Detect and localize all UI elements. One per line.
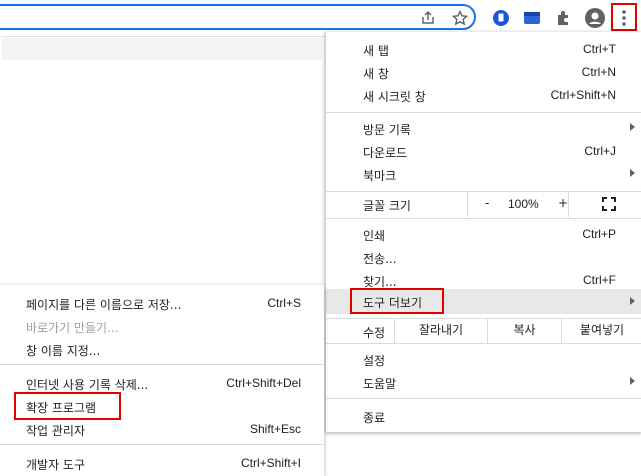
- submenu-item-clear-data[interactable]: 인터넷 사용 기록 삭제... Ctrl+Shift+Del: [0, 371, 324, 394]
- more-tools-submenu: 페이지를 다른 이름으로 저장... Ctrl+S 바로가기 만들기... 창 …: [0, 285, 324, 476]
- address-bar[interactable]: [0, 4, 476, 30]
- submenu-item-label: 창 이름 지정...: [26, 344, 101, 358]
- menu-item-shortcut: Ctrl+T: [583, 42, 616, 56]
- submenu-item-label: 바로가기 만들기...: [26, 321, 119, 335]
- menu-item-label: 인쇄: [363, 229, 386, 243]
- menu-item-label: 새 탭: [363, 44, 389, 58]
- account-avatar-icon[interactable]: [584, 7, 606, 29]
- menu-item-bookmarks[interactable]: 북마크: [326, 163, 641, 186]
- menu-item-cast[interactable]: 전송...: [326, 246, 641, 269]
- menu-divider: [326, 398, 641, 399]
- submenu-item-shortcut: Ctrl+S: [267, 296, 301, 310]
- menu-item-label: 새 시크릿 창: [363, 90, 426, 104]
- zoom-out-button[interactable]: -: [485, 196, 489, 210]
- cut-button[interactable]: 잘라내기: [394, 318, 487, 343]
- fullscreen-icon[interactable]: [602, 197, 616, 211]
- menu-item-shortcut: Ctrl+J: [584, 144, 616, 158]
- menu-divider: [326, 112, 641, 113]
- page-content-bar: [2, 38, 322, 60]
- submenu-item-label: 인터넷 사용 기록 삭제...: [26, 378, 149, 392]
- menu-item-shortcut: Ctrl+Shift+N: [550, 88, 616, 102]
- puzzle-icon[interactable]: [552, 7, 574, 29]
- submenu-arrow-icon: [630, 123, 635, 131]
- paste-button[interactable]: 붙여넣기: [561, 318, 641, 343]
- menu-edit-row: 수정 잘라내기 복사 붙여넣기: [326, 318, 641, 343]
- menu-item-shortcut: Ctrl+F: [583, 273, 616, 287]
- zoom-level-value: 100%: [508, 197, 539, 211]
- kebab-highlight-box: [611, 3, 637, 31]
- menu-item-downloads[interactable]: 다운로드 Ctrl+J: [326, 140, 641, 163]
- menu-item-history[interactable]: 방문 기록: [326, 117, 641, 140]
- menu-item-help[interactable]: 도움말: [326, 371, 641, 394]
- menu-item-shortcut: Ctrl+P: [582, 227, 616, 241]
- share-icon[interactable]: [417, 7, 439, 29]
- submenu-item-name-window[interactable]: 창 이름 지정...: [0, 337, 324, 360]
- menu-item-incognito[interactable]: 새 시크릿 창 Ctrl+Shift+N: [326, 84, 641, 107]
- chrome-main-menu: 새 탭 Ctrl+T 새 창 Ctrl+N 새 시크릿 창 Ctrl+Shift…: [325, 32, 641, 432]
- menu-item-label: 북마크: [363, 169, 397, 183]
- submenu-item-shortcut: Ctrl+Shift+I: [240, 456, 301, 470]
- submenu-arrow-icon: [630, 377, 635, 385]
- zoom-in-button[interactable]: +: [558, 196, 568, 210]
- bookmark-star-icon[interactable]: [449, 7, 471, 29]
- submenu-item-label: 개발자 도구: [26, 458, 86, 472]
- menu-item-label: 방문 기록: [363, 123, 411, 137]
- menu-item-label: 도움말: [363, 377, 397, 391]
- submenu-item-task-manager[interactable]: 작업 관리자 Shift+Esc: [0, 417, 324, 440]
- extension-blue-icon[interactable]: [490, 7, 512, 29]
- menu-item-label: 다운로드: [363, 146, 408, 160]
- menu-item-settings[interactable]: 설정: [326, 348, 641, 371]
- more-tools-highlight-box: [350, 288, 444, 314]
- submenu-arrow-icon: [630, 297, 635, 305]
- edit-label: 수정: [363, 326, 386, 340]
- submenu-item-shortcut: Shift+Esc: [249, 422, 301, 436]
- copy-button[interactable]: 복사: [487, 318, 561, 343]
- zoom-label: 글꼴 크기: [363, 199, 411, 213]
- submenu-item-label: 페이지를 다른 이름으로 저장...: [26, 298, 182, 312]
- menu-item-label: 종료: [363, 411, 386, 425]
- submenu-item-dev-tools[interactable]: 개발자 도구 Ctrl+Shift+I: [0, 451, 324, 474]
- menu-item-new-tab[interactable]: 새 탭 Ctrl+T: [326, 38, 641, 61]
- menu-item-print[interactable]: 인쇄 Ctrl+P: [326, 223, 641, 246]
- menu-item-label: 새 창: [363, 67, 389, 81]
- menu-item-label: 설정: [363, 354, 386, 368]
- zoom-controls: - 100% +: [467, 192, 569, 217]
- submenu-arrow-icon: [630, 169, 635, 177]
- menu-divider: [0, 364, 324, 365]
- menu-zoom-row: 글꼴 크기 - 100% +: [326, 192, 641, 217]
- menu-item-new-window[interactable]: 새 창 Ctrl+N: [326, 61, 641, 84]
- menu-item-label: 전송...: [363, 252, 397, 266]
- menu-item-shortcut: Ctrl+N: [581, 65, 616, 79]
- extensions-highlight-box: [14, 392, 121, 420]
- menu-divider: [326, 218, 641, 219]
- menu-divider: [326, 318, 641, 319]
- menu-divider: [326, 343, 641, 344]
- submenu-item-shortcut: Ctrl+Shift+Del: [226, 376, 301, 390]
- submenu-item-save-page[interactable]: 페이지를 다른 이름으로 저장... Ctrl+S: [0, 291, 324, 314]
- submenu-item-label: 작업 관리자: [26, 424, 86, 438]
- menu-divider: [0, 444, 324, 445]
- profile-card-icon[interactable]: [521, 7, 543, 29]
- menu-item-exit[interactable]: 종료: [326, 405, 641, 428]
- submenu-item-create-shortcut: 바로가기 만들기...: [0, 314, 324, 337]
